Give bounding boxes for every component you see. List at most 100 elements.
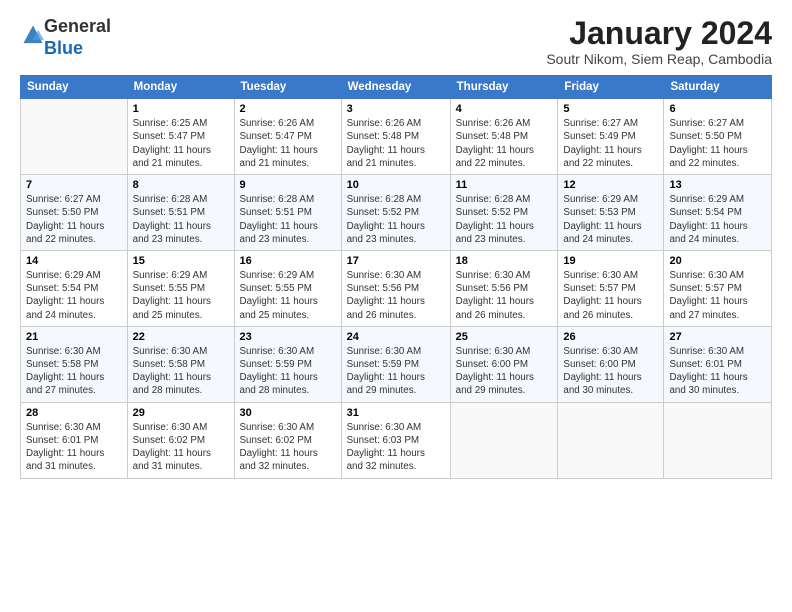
day-info: Sunrise: 6:30 AM Sunset: 5:57 PM Dayligh… (563, 269, 658, 322)
calendar-cell: 18 Sunrise: 6:30 AM Sunset: 5:56 PM Dayli… (450, 250, 558, 326)
day-number: 11 (456, 179, 553, 191)
day-number: 7 (26, 179, 122, 191)
day-number: 28 (26, 407, 122, 419)
calendar-cell: 2Sunrise: 6:26 AM Sunset: 5:47 PM Daylig… (234, 99, 341, 175)
calendar-cell: 11 Sunrise: 6:28 AM Sunset: 5:52 PM Dayli… (450, 175, 558, 251)
calendar-cell: 26 Sunrise: 6:30 AM Sunset: 6:00 PM Dayli… (558, 326, 664, 402)
logo-blue: Blue (44, 38, 83, 58)
day-number: 24 (347, 331, 445, 343)
day-number: 29 (133, 407, 229, 419)
calendar-cell: 8 Sunrise: 6:28 AM Sunset: 5:51 PM Daylig… (127, 175, 234, 251)
logo-general: General (44, 16, 111, 36)
day-info: Sunrise: 6:30 AM Sunset: 6:00 PM Dayligh… (456, 345, 553, 398)
day-info: Sunrise: 6:29 AM Sunset: 5:55 PM Dayligh… (240, 269, 336, 322)
day-info: Sunrise: 6:30 AM Sunset: 5:57 PM Dayligh… (669, 269, 766, 322)
calendar-cell: 27Sunrise: 6:30 AM Sunset: 6:01 PM Dayli… (664, 326, 772, 402)
day-number: 23 (240, 331, 336, 343)
day-info: Sunrise: 6:29 AM Sunset: 5:54 PM Dayligh… (669, 193, 766, 246)
calendar-cell (558, 402, 664, 478)
day-info: Sunrise: 6:30 AM Sunset: 5:59 PM Dayligh… (347, 345, 445, 398)
calendar-cell: 16 Sunrise: 6:29 AM Sunset: 5:55 PM Dayli… (234, 250, 341, 326)
calendar-cell: 9Sunrise: 6:28 AM Sunset: 5:51 PM Daylig… (234, 175, 341, 251)
week-row-2: 7 Sunrise: 6:27 AM Sunset: 5:50 PM Daylig… (21, 175, 772, 251)
day-number: 22 (133, 331, 229, 343)
calendar-cell (21, 99, 128, 175)
day-number: 4 (456, 103, 553, 115)
header: General Blue January 2024 Soutr Nikom, S… (20, 16, 772, 67)
day-info: Sunrise: 6:26 AM Sunset: 5:48 PM Dayligh… (456, 117, 553, 170)
day-info: Sunrise: 6:27 AM Sunset: 5:50 PM Dayligh… (669, 117, 766, 170)
calendar-cell: 29Sunrise: 6:30 AM Sunset: 6:02 PM Dayli… (127, 402, 234, 478)
day-header-saturday: Saturday (664, 76, 772, 99)
month-title: January 2024 (546, 16, 772, 51)
day-number: 17 (347, 255, 445, 267)
day-number: 3 (347, 103, 445, 115)
day-header-wednesday: Wednesday (341, 76, 450, 99)
day-number: 26 (563, 331, 658, 343)
day-number: 21 (26, 331, 122, 343)
day-number: 5 (563, 103, 658, 115)
day-number: 31 (347, 407, 445, 419)
day-header-tuesday: Tuesday (234, 76, 341, 99)
calendar-cell: 25 Sunrise: 6:30 AM Sunset: 6:00 PM Dayli… (450, 326, 558, 402)
day-info: Sunrise: 6:30 AM Sunset: 6:02 PM Dayligh… (240, 421, 336, 474)
calendar-cell: 23 Sunrise: 6:30 AM Sunset: 5:59 PM Dayli… (234, 326, 341, 402)
day-info: Sunrise: 6:26 AM Sunset: 5:48 PM Dayligh… (347, 117, 445, 170)
day-info: Sunrise: 6:30 AM Sunset: 5:58 PM Dayligh… (26, 345, 122, 398)
day-info: Sunrise: 6:30 AM Sunset: 5:59 PM Dayligh… (240, 345, 336, 398)
calendar-cell: 1 Sunrise: 6:25 AM Sunset: 5:47 PM Daylig… (127, 99, 234, 175)
day-number: 19 (563, 255, 658, 267)
calendar-cell (664, 402, 772, 478)
day-number: 1 (133, 103, 229, 115)
calendar-cell: 3 Sunrise: 6:26 AM Sunset: 5:48 PM Daylig… (341, 99, 450, 175)
calendar-cell: 6Sunrise: 6:27 AM Sunset: 5:50 PM Daylig… (664, 99, 772, 175)
calendar-table: SundayMondayTuesdayWednesdayThursdayFrid… (20, 75, 772, 478)
week-row-3: 14Sunrise: 6:29 AM Sunset: 5:54 PM Dayli… (21, 250, 772, 326)
calendar-cell: 14Sunrise: 6:29 AM Sunset: 5:54 PM Dayli… (21, 250, 128, 326)
day-info: Sunrise: 6:27 AM Sunset: 5:50 PM Dayligh… (26, 193, 122, 246)
day-header-sunday: Sunday (21, 76, 128, 99)
day-info: Sunrise: 6:29 AM Sunset: 5:55 PM Dayligh… (133, 269, 229, 322)
day-info: Sunrise: 6:30 AM Sunset: 6:00 PM Dayligh… (563, 345, 658, 398)
day-number: 25 (456, 331, 553, 343)
logo: General Blue (20, 16, 111, 59)
day-number: 8 (133, 179, 229, 191)
calendar-cell: 10 Sunrise: 6:28 AM Sunset: 5:52 PM Dayli… (341, 175, 450, 251)
day-info: Sunrise: 6:30 AM Sunset: 6:01 PM Dayligh… (26, 421, 122, 474)
day-header-row: SundayMondayTuesdayWednesdayThursdayFrid… (21, 76, 772, 99)
day-header-monday: Monday (127, 76, 234, 99)
calendar-cell: 28 Sunrise: 6:30 AM Sunset: 6:01 PM Dayli… (21, 402, 128, 478)
calendar-cell: 7 Sunrise: 6:27 AM Sunset: 5:50 PM Daylig… (21, 175, 128, 251)
day-info: Sunrise: 6:30 AM Sunset: 5:58 PM Dayligh… (133, 345, 229, 398)
calendar-cell: 12Sunrise: 6:29 AM Sunset: 5:53 PM Dayli… (558, 175, 664, 251)
calendar-page: General Blue January 2024 Soutr Nikom, S… (0, 0, 792, 612)
location: Soutr Nikom, Siem Reap, Cambodia (546, 51, 772, 67)
day-info: Sunrise: 6:28 AM Sunset: 5:52 PM Dayligh… (347, 193, 445, 246)
calendar-cell (450, 402, 558, 478)
calendar-cell: 13 Sunrise: 6:29 AM Sunset: 5:54 PM Dayli… (664, 175, 772, 251)
day-header-friday: Friday (558, 76, 664, 99)
day-number: 20 (669, 255, 766, 267)
week-row-1: 1 Sunrise: 6:25 AM Sunset: 5:47 PM Daylig… (21, 99, 772, 175)
day-number: 10 (347, 179, 445, 191)
logo-text: General Blue (44, 16, 111, 59)
day-info: Sunrise: 6:30 AM Sunset: 6:01 PM Dayligh… (669, 345, 766, 398)
day-info: Sunrise: 6:30 AM Sunset: 5:56 PM Dayligh… (347, 269, 445, 322)
day-info: Sunrise: 6:28 AM Sunset: 5:52 PM Dayligh… (456, 193, 553, 246)
day-info: Sunrise: 6:25 AM Sunset: 5:47 PM Dayligh… (133, 117, 229, 170)
day-info: Sunrise: 6:28 AM Sunset: 5:51 PM Dayligh… (133, 193, 229, 246)
calendar-cell: 21 Sunrise: 6:30 AM Sunset: 5:58 PM Dayli… (21, 326, 128, 402)
day-info: Sunrise: 6:30 AM Sunset: 6:03 PM Dayligh… (347, 421, 445, 474)
day-number: 16 (240, 255, 336, 267)
day-number: 13 (669, 179, 766, 191)
calendar-cell: 19 Sunrise: 6:30 AM Sunset: 5:57 PM Dayli… (558, 250, 664, 326)
day-number: 15 (133, 255, 229, 267)
day-number: 2 (240, 103, 336, 115)
day-info: Sunrise: 6:30 AM Sunset: 5:56 PM Dayligh… (456, 269, 553, 322)
calendar-cell: 15 Sunrise: 6:29 AM Sunset: 5:55 PM Dayli… (127, 250, 234, 326)
calendar-cell: 30Sunrise: 6:30 AM Sunset: 6:02 PM Dayli… (234, 402, 341, 478)
calendar-cell: 24 Sunrise: 6:30 AM Sunset: 5:59 PM Dayli… (341, 326, 450, 402)
day-number: 18 (456, 255, 553, 267)
day-info: Sunrise: 6:28 AM Sunset: 5:51 PM Dayligh… (240, 193, 336, 246)
title-block: January 2024 Soutr Nikom, Siem Reap, Cam… (546, 16, 772, 67)
